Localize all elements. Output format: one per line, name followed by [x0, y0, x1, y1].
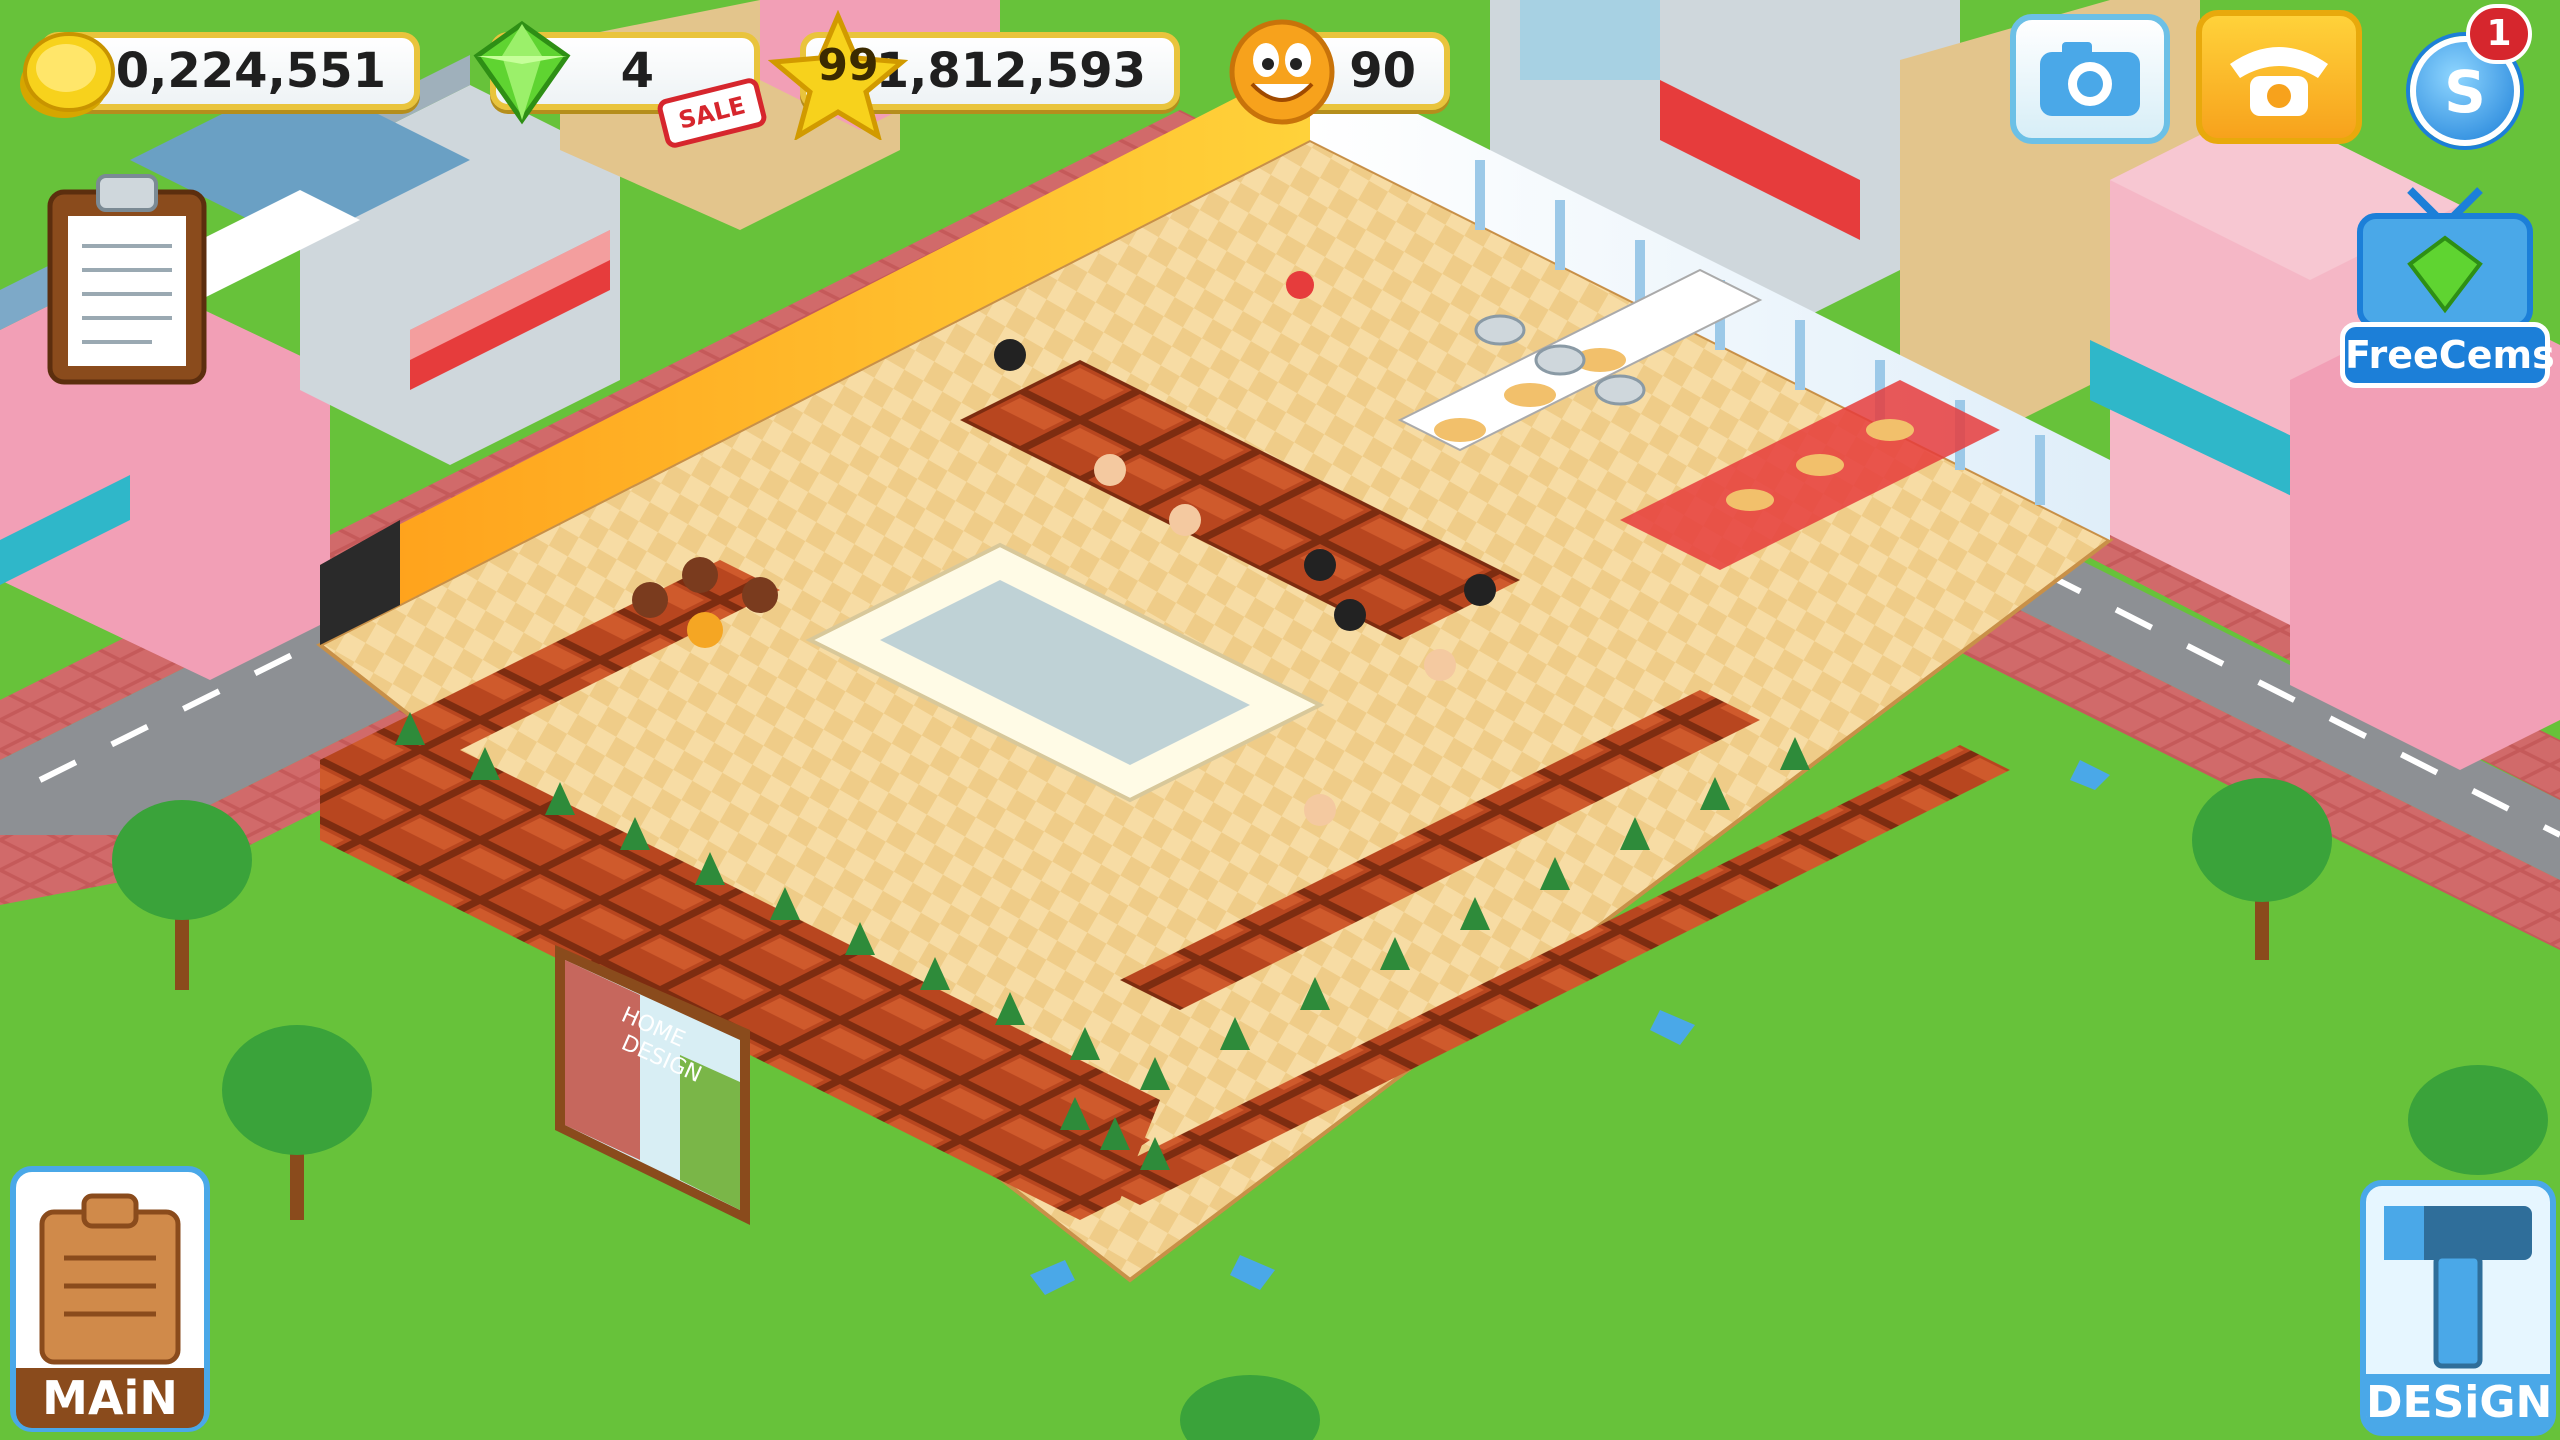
happiness-value: 90: [1349, 43, 1416, 99]
main-menu-button[interactable]: MAiN: [10, 1166, 210, 1432]
camera-icon: [2040, 42, 2140, 116]
clipboard-icon: [39, 1193, 181, 1365]
phone-button[interactable]: [2196, 10, 2362, 144]
coins-value: 30,224,551: [82, 43, 386, 99]
design-mode-label: DESiGN: [2366, 1374, 2552, 1432]
coin-icon: [20, 32, 115, 118]
phone-icon: [2230, 47, 2328, 116]
smiley-icon: [1229, 19, 1335, 125]
main-menu-label: MAiN: [16, 1368, 204, 1428]
experience-value: 1,812,593: [875, 43, 1146, 99]
notification-count: 1: [2486, 13, 2512, 54]
clipboard-icon: [47, 174, 207, 385]
free-gems-button[interactable]: FreeCems: [2340, 180, 2555, 400]
level-value: 99: [817, 40, 879, 91]
game-world[interactable]: HOME DESIGN: [0, 0, 2560, 1440]
gems-value: 4: [620, 43, 654, 99]
orders-clipboard-button[interactable]: [42, 170, 212, 390]
free-gems-label: FreeCems: [2340, 322, 2555, 388]
design-mode-button[interactable]: DESiGN: [2360, 1180, 2556, 1436]
sale-tag-label: SALE: [675, 91, 749, 135]
tv-icon: [2357, 187, 2533, 329]
gem-icon: [473, 20, 571, 125]
notification-badge: 1: [2466, 4, 2532, 64]
svg-text:S: S: [2444, 58, 2486, 126]
camera-button[interactable]: [2010, 14, 2170, 144]
hammer-icon: [2384, 1206, 2532, 1369]
